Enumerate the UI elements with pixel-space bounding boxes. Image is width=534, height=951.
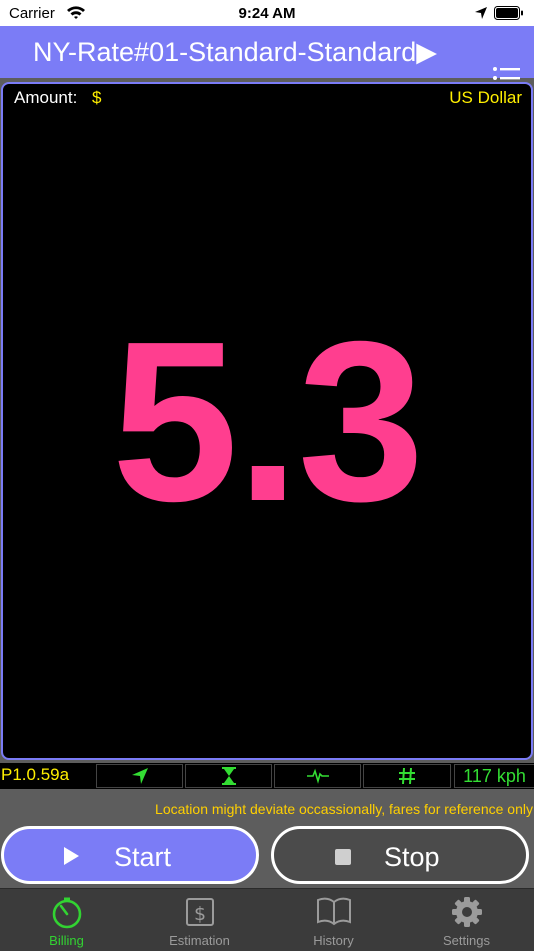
battery-icon — [494, 6, 524, 25]
tab-label: History — [313, 933, 354, 948]
start-button[interactable]: Start — [1, 826, 259, 884]
speed-readout: 117 kph — [454, 764, 534, 788]
nav-bar: NY-Rate#01-Standard-Standard▶ — [0, 26, 534, 89]
pulse-icon — [274, 764, 361, 788]
navigation-arrow-icon — [96, 764, 183, 788]
tab-label: Settings — [443, 933, 490, 948]
amount-label: Amount: — [14, 88, 78, 107]
book-icon — [316, 896, 352, 931]
dollar-icon: $ — [185, 896, 215, 933]
clock: 9:24 AM — [238, 5, 296, 22]
hourglass-icon — [185, 764, 272, 788]
tab-billing[interactable]: Billing — [0, 889, 133, 951]
info-bar: P1.0.59a 117 kph — [0, 763, 534, 789]
currency-symbol: $ — [92, 88, 102, 107]
stop-icon — [334, 848, 352, 871]
fare-display: Amount: $ US Dollar 5.3 — [1, 82, 533, 760]
svg-text:$: $ — [193, 903, 205, 925]
play-icon — [62, 846, 80, 871]
currency-name: US Dollar — [449, 88, 522, 107]
version-label: P1.0.59a — [0, 764, 93, 786]
stop-button-label: Stop — [384, 842, 440, 872]
tab-estimation[interactable]: $ Estimation — [133, 889, 266, 951]
fare-amount: 5.3 — [111, 295, 425, 549]
hash-icon — [363, 764, 451, 788]
gear-icon — [451, 896, 483, 933]
stop-button[interactable]: Stop — [271, 826, 529, 884]
start-button-label: Start — [114, 842, 172, 872]
location-arrow-icon — [474, 6, 488, 25]
tab-settings[interactable]: Settings — [400, 889, 533, 951]
disclaimer-notice: Location might deviate occassionally, fa… — [155, 801, 533, 817]
tab-history[interactable]: History — [267, 889, 400, 951]
tab-bar: Billing $ Estimation History Settings — [0, 888, 534, 951]
tab-label: Estimation — [169, 933, 230, 948]
status-bar: Carrier 9:24 AM — [0, 0, 534, 26]
timer-icon — [50, 896, 84, 935]
tab-label: Billing — [49, 933, 84, 948]
rate-selector[interactable]: NY-Rate#01-Standard-Standard▶ — [33, 37, 437, 68]
